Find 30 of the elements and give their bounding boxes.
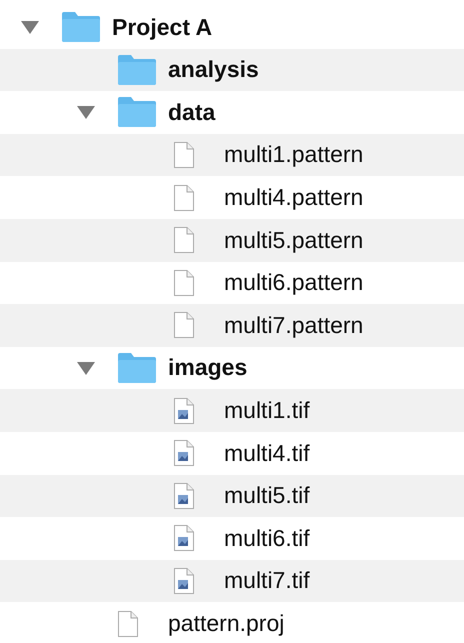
file-name[interactable]: multi5.pattern (224, 228, 364, 253)
document-icon (174, 227, 194, 254)
file-name[interactable]: multi7.tif (224, 568, 310, 594)
image-file-icon (174, 525, 194, 552)
file-name[interactable]: multi4.tif (224, 440, 310, 466)
folder-icon (118, 353, 156, 384)
image-file-icon (174, 440, 194, 466)
folder-icon (62, 12, 100, 42)
file-name[interactable]: pattern.proj (168, 610, 284, 636)
document-icon (174, 184, 194, 211)
document-icon (174, 142, 194, 168)
file-name[interactable]: multi6.pattern (224, 270, 364, 296)
file-name[interactable]: multi4.pattern (224, 185, 364, 210)
file-name[interactable]: multi1.pattern (224, 142, 364, 168)
image-file-icon (174, 398, 194, 424)
file-name[interactable]: multi5.tif (224, 483, 310, 508)
image-file-icon (174, 482, 194, 509)
folder-icon (118, 54, 156, 85)
document-icon (118, 610, 138, 637)
document-icon (174, 270, 194, 296)
folder-name[interactable]: analysis (168, 57, 259, 83)
folder-name[interactable]: images (168, 355, 248, 381)
document-icon (174, 312, 194, 338)
image-file-icon (174, 568, 194, 594)
file-name[interactable]: multi7.pattern (224, 312, 364, 338)
folder-name[interactable]: data (168, 100, 216, 126)
folder-icon (118, 97, 156, 128)
file-name[interactable]: multi6.tif (224, 526, 310, 552)
file-name[interactable]: multi1.tif (224, 398, 310, 424)
folder-name[interactable]: Project A (112, 14, 212, 40)
